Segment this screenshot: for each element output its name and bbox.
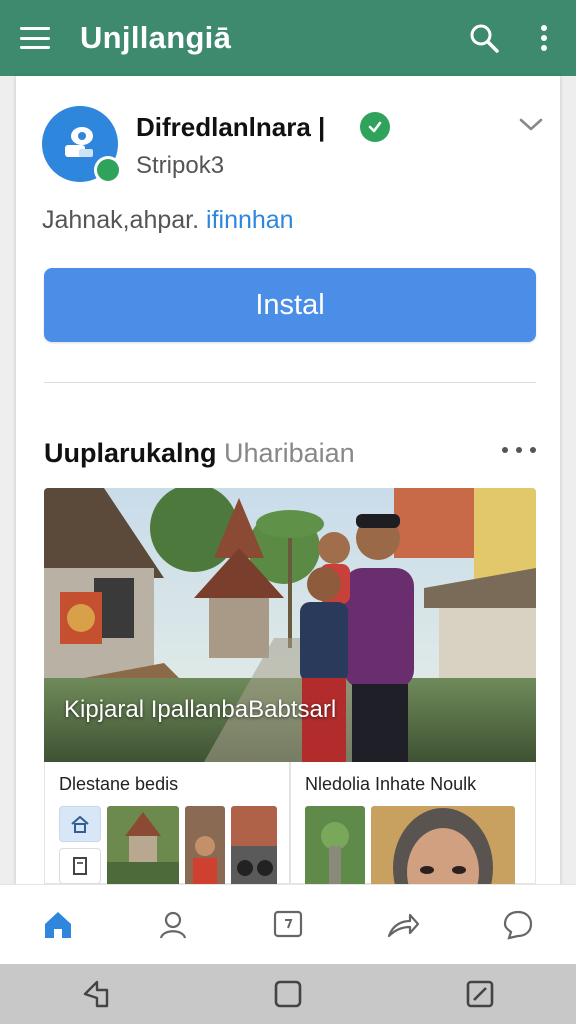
bottom-navigation: [0, 884, 576, 964]
section-title: Uuplarukalng Uharibaian: [44, 438, 355, 469]
thumb-strip: [305, 806, 515, 884]
description-link[interactable]: ifinnhan: [206, 206, 294, 234]
hero-caption: Kipjaral IpallanbaBabtsarl: [64, 696, 337, 723]
app-logo: [42, 106, 122, 184]
more-horiz-icon[interactable]: [502, 440, 536, 460]
recents-icon[interactable]: [450, 969, 510, 1019]
document-icon[interactable]: [59, 848, 101, 884]
home-square-icon[interactable]: [258, 969, 318, 1019]
app-detail-card: Difredlanlnara | Stripok3 Jahnak,ahpar. …: [16, 76, 560, 884]
app-header: Difredlanlnara | Stripok3: [42, 106, 543, 186]
person-icon[interactable]: [143, 895, 203, 955]
chat-square-icon[interactable]: [258, 895, 318, 955]
chevron-down-icon[interactable]: [516, 112, 546, 136]
developer-name: Stripok3: [136, 152, 225, 179]
app-logo-icon: [65, 127, 93, 157]
install-button[interactable]: Instal: [44, 268, 536, 342]
sub-cards: Dlestane bedis Nledolia Inhate Noulk: [44, 762, 536, 884]
thumbnail-portrait[interactable]: [371, 806, 515, 884]
thumbnail-family[interactable]: [185, 806, 225, 884]
back-icon[interactable]: [66, 969, 126, 1019]
hamburger-menu-icon[interactable]: [20, 27, 50, 49]
app-name: Difredlanlnara |: [136, 112, 326, 142]
hero-image[interactable]: Kipjaral IpallanbaBabtsarl: [44, 488, 536, 762]
search-icon[interactable]: [464, 18, 504, 58]
app-bar-title: Unjllangiā: [80, 20, 232, 55]
thumb-strip: [59, 806, 277, 884]
divider: [44, 382, 536, 383]
more-vert-icon[interactable]: [524, 18, 564, 58]
sub-card-label: Nledolia Inhate Noulk: [305, 774, 477, 794]
sub-card-label: Dlestane bedis: [59, 774, 179, 794]
section-title-sub: Uharibaian: [224, 438, 355, 468]
system-navigation-bar: [0, 964, 576, 1024]
sub-card-right[interactable]: Nledolia Inhate Noulk: [290, 762, 536, 884]
description-text: Jahnak,ahpar.: [42, 206, 207, 234]
section-title-bold: Uuplarukalng: [44, 438, 217, 468]
chat-bubble-icon[interactable]: [488, 895, 548, 955]
thumbnail-temple[interactable]: [107, 806, 179, 884]
home-icon[interactable]: [28, 895, 88, 955]
app-bar: Unjllangiā: [0, 0, 576, 76]
sub-card-left[interactable]: Dlestane bedis: [44, 762, 290, 884]
shield-badge-icon: [94, 156, 122, 184]
app-description: Jahnak,ahpar. ifinnhan: [42, 206, 294, 235]
thumbnail-street[interactable]: [231, 806, 277, 884]
share-icon[interactable]: [373, 895, 433, 955]
mini-icons: [59, 806, 101, 884]
house-icon[interactable]: [59, 806, 101, 842]
thumbnail-garden[interactable]: [305, 806, 365, 884]
verified-check-icon: [360, 112, 390, 142]
